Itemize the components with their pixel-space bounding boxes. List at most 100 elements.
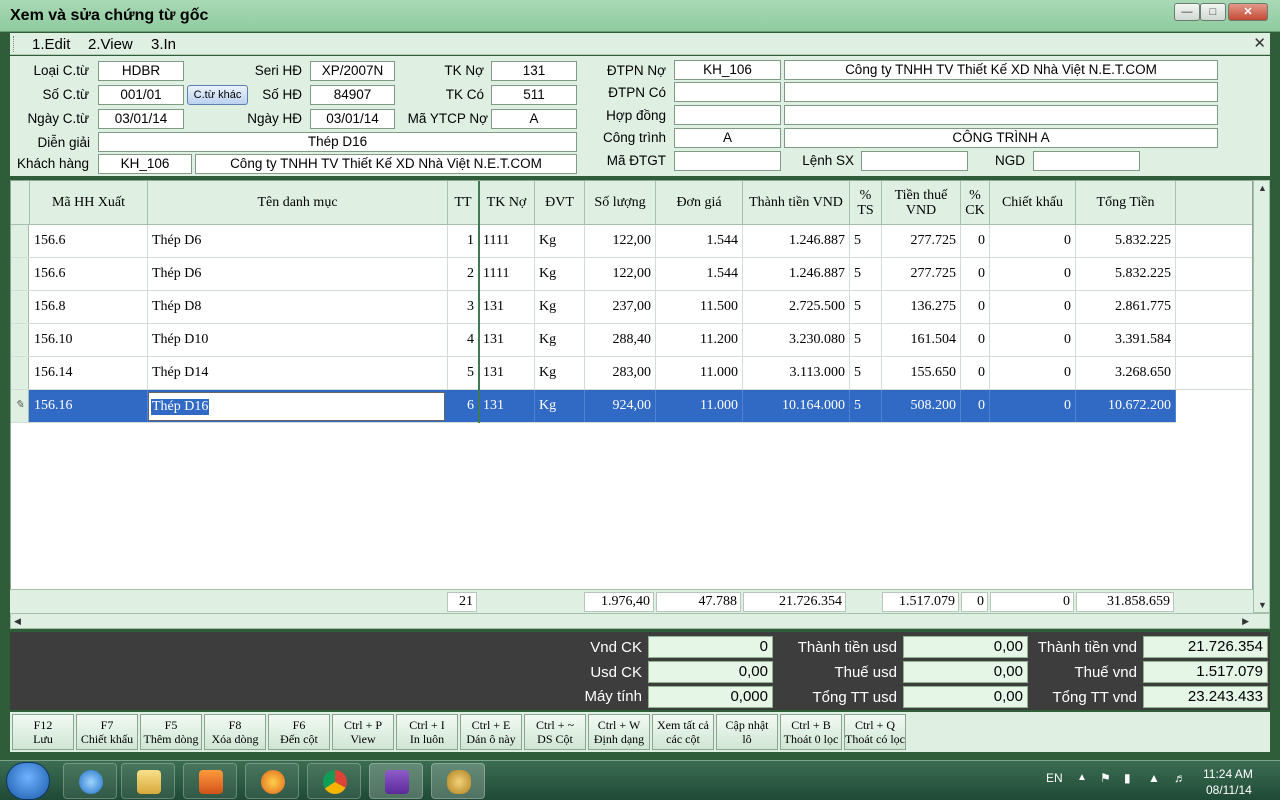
cell-thanh-tien[interactable]: 3.230.080: [743, 324, 850, 356]
exit-no-filter-button[interactable]: Ctrl + B Thoát 0 lọc: [780, 714, 842, 750]
table-row[interactable]: 156.6 Thép D6 2 1111 Kg 122,00 1.544 1.2…: [11, 258, 1252, 291]
cell-tt[interactable]: 1: [448, 225, 479, 257]
cell-chiet-khau[interactable]: 0: [990, 258, 1076, 290]
cell-tien-thue[interactable]: 136.275: [882, 291, 961, 323]
col-header-ten-danh-muc[interactable]: Tên danh mục: [148, 181, 448, 225]
cell-pct-ts[interactable]: 5: [850, 258, 882, 290]
power-icon[interactable]: ▮: [1124, 771, 1131, 785]
col-header-tk-no[interactable]: TK Nợ: [479, 181, 535, 225]
cell-tt[interactable]: 2: [448, 258, 479, 290]
maximize-button[interactable]: □: [1200, 3, 1226, 21]
show-all-columns-button[interactable]: Xem tất cả các cột: [652, 714, 714, 750]
windows-start-icon[interactable]: [6, 762, 50, 800]
update-batch-button[interactable]: Cập nhật lô: [716, 714, 778, 750]
cell-tong-tien[interactable]: 5.832.225: [1076, 225, 1176, 257]
cell-so-luong[interactable]: 122,00: [585, 258, 656, 290]
clock-time[interactable]: 11:24 AM: [1203, 767, 1253, 781]
cell-so-luong[interactable]: 122,00: [585, 225, 656, 257]
cell-tong-tien[interactable]: 3.268.650: [1076, 357, 1176, 389]
ma-dtgt-field[interactable]: [674, 151, 781, 171]
cell-chiet-khau[interactable]: 0: [990, 390, 1076, 422]
network-signal-icon[interactable]: ▲: [1148, 771, 1160, 785]
row-selector[interactable]: [11, 357, 29, 389]
minimize-button[interactable]: —: [1174, 3, 1200, 21]
horizontal-scrollbar[interactable]: ◀ ▶: [10, 613, 1270, 629]
cell-tt[interactable]: 3: [448, 291, 479, 323]
scroll-down-icon[interactable]: ▼: [1258, 600, 1267, 610]
col-header-ma-hh[interactable]: Mã HH Xuất: [30, 181, 148, 225]
cell-tong-tien[interactable]: 5.832.225: [1076, 258, 1176, 290]
col-header-pct-ts[interactable]: % TS: [850, 181, 882, 225]
row-selector[interactable]: [11, 225, 29, 257]
cong-trinh-code-field[interactable]: A: [674, 128, 781, 148]
discount-button[interactable]: F7 Chiết khấu: [76, 714, 138, 750]
menu-close-icon[interactable]: ✕: [1253, 34, 1266, 52]
cell-dvt[interactable]: Kg: [535, 357, 585, 389]
col-header-tt[interactable]: TT: [448, 181, 479, 225]
so-hd-field[interactable]: 84907: [310, 85, 395, 105]
vertical-scrollbar[interactable]: ▲ ▼: [1253, 180, 1270, 613]
thanh-tien-vnd-field[interactable]: 21.726.354: [1143, 636, 1268, 658]
cell-pct-ck[interactable]: 0: [961, 291, 990, 323]
cell-dvt[interactable]: Kg: [535, 225, 585, 257]
cell-dvt[interactable]: Kg: [535, 390, 585, 422]
menu-edit[interactable]: 1.Edit: [32, 36, 70, 53]
col-header-dvt[interactable]: ĐVT: [535, 181, 585, 225]
cell-pct-ts[interactable]: 5: [850, 357, 882, 389]
table-row-selected[interactable]: ✎ 156.16 Thép D16 6 131 Kg 924,00 11.000…: [11, 390, 1176, 423]
cell-tk-no[interactable]: 1111: [479, 225, 535, 257]
chrome-icon[interactable]: [307, 763, 361, 799]
khach-hang-code-field[interactable]: KH_106: [98, 154, 192, 174]
cell-ten-danh-muc[interactable]: Thép D16: [151, 399, 210, 415]
cell-thanh-tien[interactable]: 3.113.000: [743, 357, 850, 389]
ngay-hd-field[interactable]: 03/01/14: [310, 109, 395, 129]
thue-vnd-field[interactable]: 1.517.079: [1143, 661, 1268, 683]
table-row[interactable]: 156.6 Thép D6 1 1111 Kg 122,00 1.544 1.2…: [11, 225, 1252, 258]
khach-hang-name-field[interactable]: Công ty TNHH TV Thiết Kế XD Nhà Việt N.E…: [195, 154, 577, 174]
internet-explorer-icon[interactable]: [63, 763, 117, 799]
cell-pct-ts[interactable]: 5: [850, 225, 882, 257]
col-header-pct-ck[interactable]: % CK: [961, 181, 990, 225]
cell-don-gia[interactable]: 1.544: [656, 225, 743, 257]
menu-print[interactable]: 3.In: [151, 36, 176, 53]
cell-tong-tien[interactable]: 3.391.584: [1076, 324, 1176, 356]
exit-with-filter-button[interactable]: Ctrl + Q Thoát có lọc: [844, 714, 906, 750]
dtpn-co-code-field[interactable]: [674, 82, 781, 102]
cell-tien-thue[interactable]: 155.650: [882, 357, 961, 389]
cell-so-luong[interactable]: 283,00: [585, 357, 656, 389]
row-selector[interactable]: [11, 291, 29, 323]
scroll-up-icon[interactable]: ▲: [1258, 183, 1267, 193]
col-header-chiet-khau[interactable]: Chiết khấu: [990, 181, 1076, 225]
hop-dong-name-field[interactable]: [784, 105, 1218, 125]
cell-don-gia[interactable]: 11.000: [656, 357, 743, 389]
firefox-icon[interactable]: [245, 763, 299, 799]
cell-tk-no[interactable]: 131: [479, 390, 535, 422]
ngay-ctu-field[interactable]: 03/01/14: [98, 109, 184, 129]
table-row[interactable]: 156.14 Thép D14 5 131 Kg 283,00 11.000 3…: [11, 357, 1252, 390]
money-bag-icon[interactable]: [431, 763, 485, 799]
cell-ma-hh[interactable]: 156.16: [30, 390, 148, 422]
visual-studio-icon[interactable]: [369, 763, 423, 799]
cell-ma-hh[interactable]: 156.10: [30, 324, 148, 356]
cell-dvt[interactable]: Kg: [535, 324, 585, 356]
cell-pct-ts[interactable]: 5: [850, 324, 882, 356]
cell-so-luong[interactable]: 237,00: [585, 291, 656, 323]
cell-chiet-khau[interactable]: 0: [990, 225, 1076, 257]
row-edit-indicator[interactable]: ✎: [11, 390, 29, 422]
file-explorer-icon[interactable]: [121, 763, 175, 799]
cell-tong-tien[interactable]: 10.672.200: [1076, 390, 1176, 422]
may-tinh-field[interactable]: 0,000: [648, 686, 773, 708]
dtpn-no-name-field[interactable]: Công ty TNHH TV Thiết Kế XD Nhà Việt N.E…: [784, 60, 1218, 80]
dien-giai-field[interactable]: Thép D16: [98, 132, 577, 152]
col-header-don-gia[interactable]: Đơn giá: [656, 181, 743, 225]
cell-ten-danh-muc[interactable]: Thép D6: [148, 258, 448, 290]
cell-so-luong[interactable]: 288,40: [585, 324, 656, 356]
cell-tk-no[interactable]: 131: [479, 291, 535, 323]
cell-thanh-tien[interactable]: 10.164.000: [743, 390, 850, 422]
ngd-field[interactable]: [1033, 151, 1140, 171]
cell-ma-hh[interactable]: 156.14: [30, 357, 148, 389]
goto-column-button[interactable]: F6 Đến cột: [268, 714, 330, 750]
cell-ma-hh[interactable]: 156.6: [30, 258, 148, 290]
media-player-icon[interactable]: [183, 763, 237, 799]
cell-ma-hh[interactable]: 156.8: [30, 291, 148, 323]
